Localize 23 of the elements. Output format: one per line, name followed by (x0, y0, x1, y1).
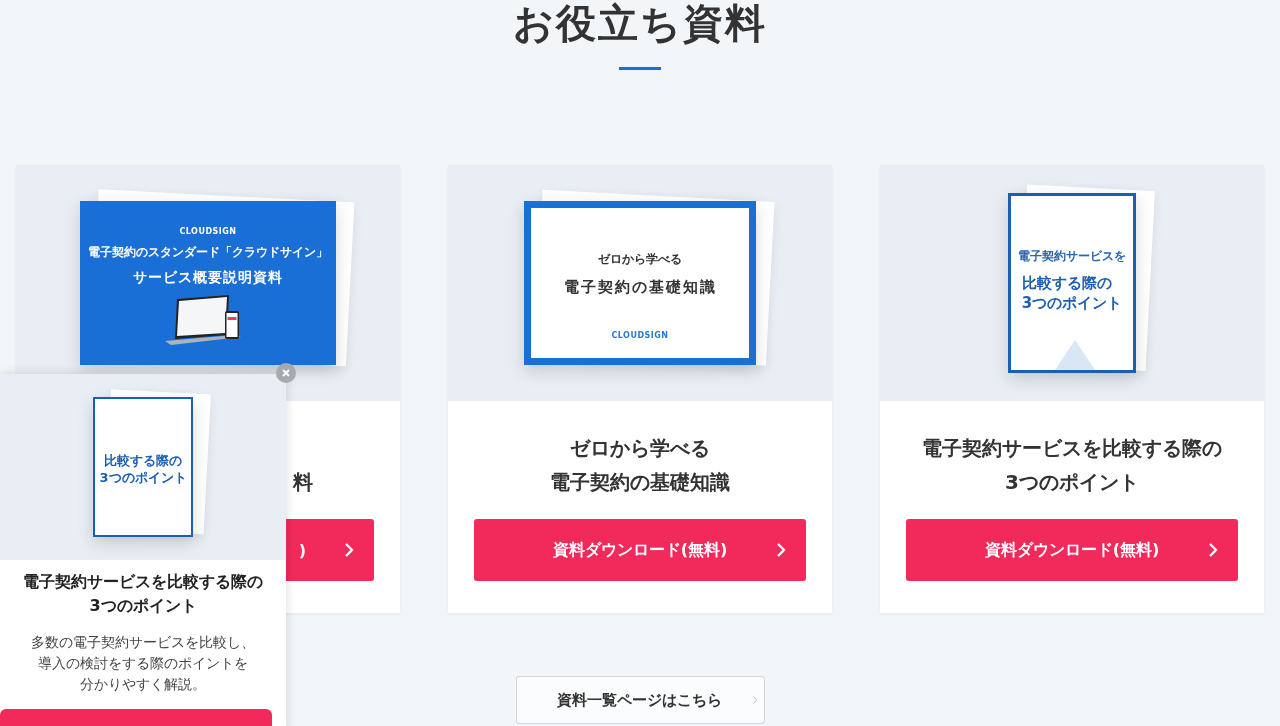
cover-subtitle: ゼロから学べる (598, 250, 682, 268)
download-button[interactable]: 資料ダウンロード(無料) (474, 519, 806, 581)
logo-text: CLOUDSIGN (179, 227, 237, 236)
download-button[interactable]: 資料ダウンロード(無料) (906, 519, 1238, 581)
chevron-right-icon (344, 542, 354, 558)
cover-title: サービス概要説明資料 (133, 269, 283, 287)
chevron-right-icon (751, 693, 758, 707)
cover-title: 比較する際の 3つのポイント (1021, 273, 1123, 313)
card-title: 電子契約サービスを比較する際の 3つのポイント (922, 435, 1222, 496)
section-heading: お役立ち資料 (513, 0, 767, 46)
cover-subtitle: 電子契約サービスを (1018, 248, 1126, 265)
cover-title: 電子契約の基礎知識 (563, 277, 717, 297)
popup-description: 多数の電子契約サービスを比較し、 導入の検討をする際のポイントを 分かりやすく解説。 (31, 633, 255, 694)
cover-subtitle: 電子契約のスタンダード「クラウドサイン」 (88, 244, 328, 261)
popup-title: 電子契約サービスを比較する際の 3つのポイント (23, 571, 263, 617)
logo-text: CLOUDSIGN (611, 330, 669, 340)
chevron-right-icon (776, 542, 786, 558)
chevron-right-icon (1208, 542, 1218, 558)
card-title: ゼロから学べる 電子契約の基礎知識 (550, 435, 730, 496)
view-all-button[interactable]: 資料一覧ページはこちら (515, 676, 765, 724)
triangle-shape (1055, 340, 1095, 370)
card-title: 料 (293, 469, 313, 496)
cover-title: 比較する際の 3つのポイント (99, 452, 187, 486)
